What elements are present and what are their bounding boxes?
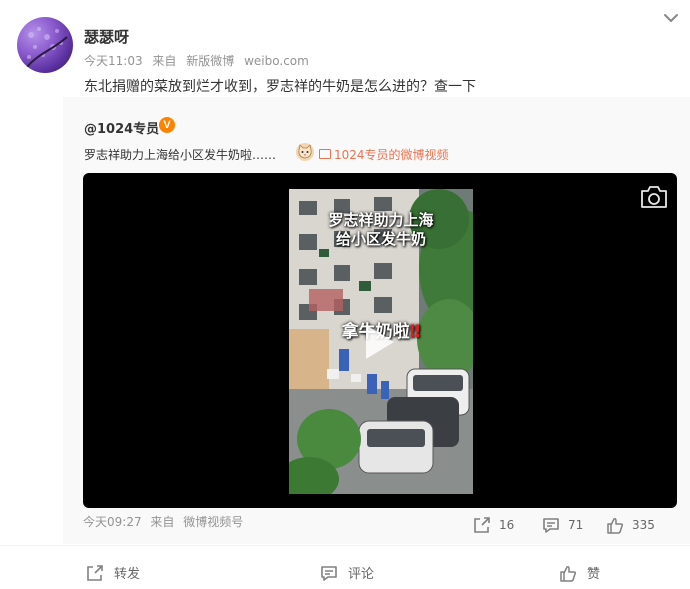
post-time[interactable]: 今天11:03 (84, 54, 143, 68)
comment-icon (321, 566, 337, 581)
repost-label: 转发 (114, 567, 141, 582)
like-label: 赞 (587, 567, 601, 582)
post-meta: 今天11:03 来自 新版微博 weibo.com (84, 52, 315, 69)
like-count: 335 (632, 518, 655, 532)
share-icon (87, 565, 103, 581)
like-count-button[interactable]: 335 (606, 517, 655, 534)
cat-avatar-icon (296, 143, 314, 161)
repost-button[interactable]: 转发 (86, 563, 140, 583)
client-site: weibo.com (244, 54, 309, 68)
avatar[interactable] (17, 17, 73, 73)
video-link[interactable]: 1024专员的微博视频 (319, 146, 449, 163)
caption-line-1: 罗志祥助力上海 (328, 211, 434, 229)
chevron-down-icon[interactable] (663, 10, 679, 24)
camera-icon[interactable] (639, 184, 669, 210)
video-icon (319, 149, 331, 159)
thumbs-up-icon (560, 566, 577, 582)
play-icon[interactable] (362, 322, 398, 362)
verified-badge: V (159, 117, 175, 133)
exclamation-mark: ‼ (409, 322, 421, 342)
repost-source: 微博视频号 (183, 515, 244, 529)
comment-label: 评论 (348, 567, 375, 582)
post-text: 东北捐赠的菜放到烂才收到，罗志祥的牛奶是怎么进的？查一下 (84, 79, 476, 95)
comment-icon (543, 518, 559, 533)
client-name: 新版微博 (186, 54, 235, 68)
comment-count-button[interactable]: 71 (542, 517, 583, 534)
caption-line-2: 给小区发牛奶 (335, 230, 426, 248)
divider (0, 545, 690, 546)
comment-count: 71 (568, 518, 584, 532)
repost-text: 罗志祥助力上海给小区发牛奶啦…… (84, 148, 277, 162)
repost-from-prefix: 来自 (150, 515, 175, 529)
author-name[interactable]: 瑟瑟呀 (84, 26, 129, 47)
video-link-label: 1024专员的微博视频 (334, 148, 449, 162)
share-icon (474, 517, 490, 533)
repost-meta: 今天09:27 来自 微博视频号 (83, 513, 248, 530)
repost-time[interactable]: 今天09:27 (83, 515, 142, 529)
repost-user[interactable]: @1024专员 (84, 118, 159, 137)
comment-button[interactable]: 评论 (320, 563, 374, 583)
video-caption: 罗志祥助力上海 给小区发牛奶 (289, 211, 473, 249)
thumbs-up-icon (607, 518, 624, 534)
repost-count-button[interactable]: 16 (473, 517, 514, 534)
from-prefix: 来自 (152, 54, 177, 68)
like-button[interactable]: 赞 (559, 563, 600, 583)
repost-count: 16 (499, 518, 515, 532)
